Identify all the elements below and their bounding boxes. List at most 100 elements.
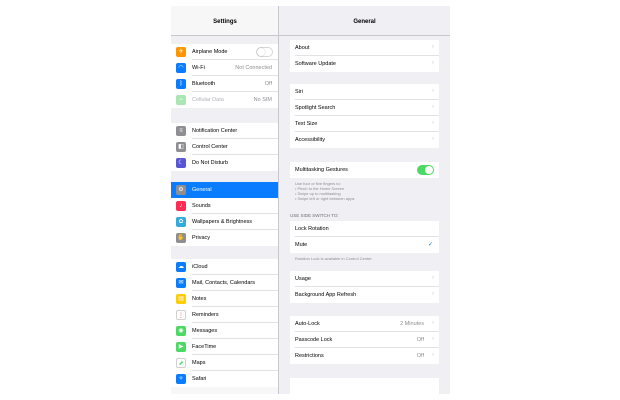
- sidebar-item-label: Control Center: [192, 144, 228, 150]
- row-accessibility[interactable]: Accessibility ›: [290, 132, 439, 148]
- sidebar-item-label: Reminders: [192, 312, 219, 318]
- row-label: Text Size: [295, 121, 318, 127]
- row-usage[interactable]: Usage ›: [290, 271, 439, 287]
- chevron-right-icon: ›: [432, 291, 434, 297]
- mail-icon: ✉: [176, 278, 186, 288]
- sidebar-item-mail-contacts-calendars[interactable]: ✉ Mail, Contacts, Calendars: [171, 275, 278, 291]
- sidebar-item-label: Airplane Mode: [192, 49, 228, 55]
- group-spacer: [171, 246, 278, 259]
- chevron-right-icon: ›: [432, 88, 434, 94]
- hand-icon: ✋: [176, 233, 186, 243]
- row-lock-rotation[interactable]: Lock Rotation: [290, 221, 439, 237]
- row-passcode-lock[interactable]: Passcode Lock Off ›: [290, 332, 439, 348]
- sidebar-item-reminders[interactable]: ⋮ Reminders: [171, 307, 278, 323]
- reminders-icon: ⋮: [176, 310, 186, 320]
- group-spacer: [171, 36, 278, 44]
- row-label: Mute: [295, 242, 308, 248]
- notes-icon: ▤: [176, 294, 186, 304]
- row-label: Background App Refresh: [295, 292, 357, 298]
- row-value: 2 Minutes: [400, 321, 424, 327]
- sidebar-item-do-not-disturb[interactable]: ☾ Do Not Disturb: [171, 155, 278, 171]
- sidebar-item-cellular-data[interactable]: ⌁ Cellular Data No SIM: [171, 92, 278, 108]
- group-spacer: [171, 171, 278, 182]
- row-label: Siri: [295, 89, 303, 95]
- row-multitasking-gestures: Multitasking Gestures: [290, 162, 439, 178]
- side-switch-header: USE SIDE SWITCH TO:: [290, 213, 339, 218]
- row-value: Off: [416, 353, 424, 359]
- row-value: Off: [416, 337, 424, 343]
- sidebar-item-label: Notes: [192, 296, 207, 302]
- sidebar-item-label: iCloud: [192, 264, 208, 270]
- ipad-screen: No SIM 2:10 pm Not Charging Settings ✈ A…: [171, 6, 450, 394]
- sidebar-title: Settings: [213, 19, 237, 25]
- row-label: Passcode Lock: [295, 337, 333, 343]
- sidebar-item-maps[interactable]: ⬈ Maps: [171, 355, 278, 371]
- row-partial[interactable]: [290, 378, 439, 394]
- sidebar-item-label: Notification Center: [192, 128, 238, 134]
- sidebar-item-bluetooth[interactable]: ᛒ Bluetooth Off: [171, 76, 278, 92]
- sidebar-item-label: Bluetooth: [192, 81, 216, 87]
- row-mute[interactable]: Mute ✓: [290, 237, 439, 253]
- wifi-icon: ◠: [176, 63, 186, 73]
- row-label: About: [295, 45, 310, 51]
- row-label: Lock Rotation: [295, 226, 329, 232]
- row-auto-lock[interactable]: Auto-Lock 2 Minutes ›: [290, 316, 439, 332]
- general-detail-pane: General About › Software Update › Siri ›…: [279, 6, 450, 394]
- sidebar-item-wifi[interactable]: ◠ Wi-Fi Not Connected: [171, 60, 278, 76]
- sidebar-item-facetime[interactable]: ▶ FaceTime: [171, 339, 278, 355]
- side-switch-footnote: Rotation Lock is available in Control Ce…: [295, 256, 373, 261]
- sidebar-item-icloud[interactable]: ☁ iCloud: [171, 259, 278, 275]
- sidebar-item-wallpapers-brightness[interactable]: ✿ Wallpapers & Brightness: [171, 214, 278, 230]
- chevron-right-icon: ›: [432, 104, 434, 110]
- icloud-icon: ☁: [176, 262, 186, 272]
- wallpaper-icon: ✿: [176, 217, 186, 227]
- chevron-right-icon: ›: [432, 275, 434, 281]
- multitasking-gestures-toggle[interactable]: [417, 165, 434, 175]
- row-label: Auto-Lock: [295, 321, 320, 327]
- cellular-status: No SIM: [253, 97, 272, 103]
- sidebar-item-control-center[interactable]: ◧ Control Center: [171, 139, 278, 155]
- chevron-right-icon: ›: [432, 120, 434, 126]
- sidebar-item-airplane-mode[interactable]: ✈ Airplane Mode: [171, 44, 278, 60]
- row-background-app-refresh[interactable]: Background App Refresh ›: [290, 287, 439, 303]
- row-restrictions[interactable]: Restrictions Off ›: [290, 348, 439, 364]
- chevron-right-icon: ›: [432, 352, 434, 358]
- group-spacer: [171, 108, 278, 123]
- sidebar-item-messages[interactable]: ◉ Messages: [171, 323, 278, 339]
- sidebar-item-label: Privacy: [192, 235, 211, 241]
- row-software-update[interactable]: Software Update ›: [290, 56, 439, 72]
- messages-icon: ◉: [176, 326, 186, 336]
- gear-icon: ⚙: [176, 185, 186, 195]
- row-siri[interactable]: Siri ›: [290, 84, 439, 100]
- chevron-right-icon: ›: [432, 336, 434, 342]
- maps-icon: ⬈: [176, 358, 186, 368]
- row-spotlight-search[interactable]: Spotlight Search ›: [290, 100, 439, 116]
- sidebar-item-sounds[interactable]: ♪ Sounds: [171, 198, 278, 214]
- sidebar-item-privacy[interactable]: ✋ Privacy: [171, 230, 278, 246]
- footnote-line: • Swipe left or right between apps: [295, 196, 355, 201]
- sidebar-item-label: Maps: [192, 360, 206, 366]
- sidebar-item-label: Do Not Disturb: [192, 160, 229, 166]
- sidebar-item-label: Wallpapers & Brightness: [192, 219, 253, 225]
- row-label: Usage: [295, 276, 311, 282]
- wifi-status: Not Connected: [235, 65, 272, 71]
- settings-sidebar: Settings ✈ Airplane Mode ◠ Wi-Fi Not Con…: [171, 6, 279, 394]
- row-about[interactable]: About ›: [290, 40, 439, 56]
- cellular-icon: ⌁: [176, 95, 186, 105]
- sidebar-item-notes[interactable]: ▤ Notes: [171, 291, 278, 307]
- bluetooth-status: Off: [264, 81, 272, 87]
- sidebar-item-general[interactable]: ⚙ General: [171, 182, 278, 198]
- chevron-right-icon: ›: [432, 60, 434, 66]
- detail-nav-divider: [279, 35, 450, 36]
- row-label: Multitasking Gestures: [295, 167, 348, 173]
- chevron-right-icon: ›: [432, 320, 434, 326]
- sidebar-item-label: Mail, Contacts, Calendars: [192, 280, 255, 286]
- multitasking-footnote: Use four or five fingers to: • Pinch to …: [295, 181, 435, 201]
- row-text-size[interactable]: Text Size ›: [290, 116, 439, 132]
- airplane-mode-toggle[interactable]: [256, 47, 273, 57]
- sidebar-item-safari[interactable]: ✧ Safari: [171, 371, 278, 387]
- sidebar-item-label: FaceTime: [192, 344, 217, 350]
- control-center-icon: ◧: [176, 142, 186, 152]
- sidebar-item-notification-center[interactable]: ≡ Notification Center: [171, 123, 278, 139]
- row-label: Restrictions: [295, 353, 324, 359]
